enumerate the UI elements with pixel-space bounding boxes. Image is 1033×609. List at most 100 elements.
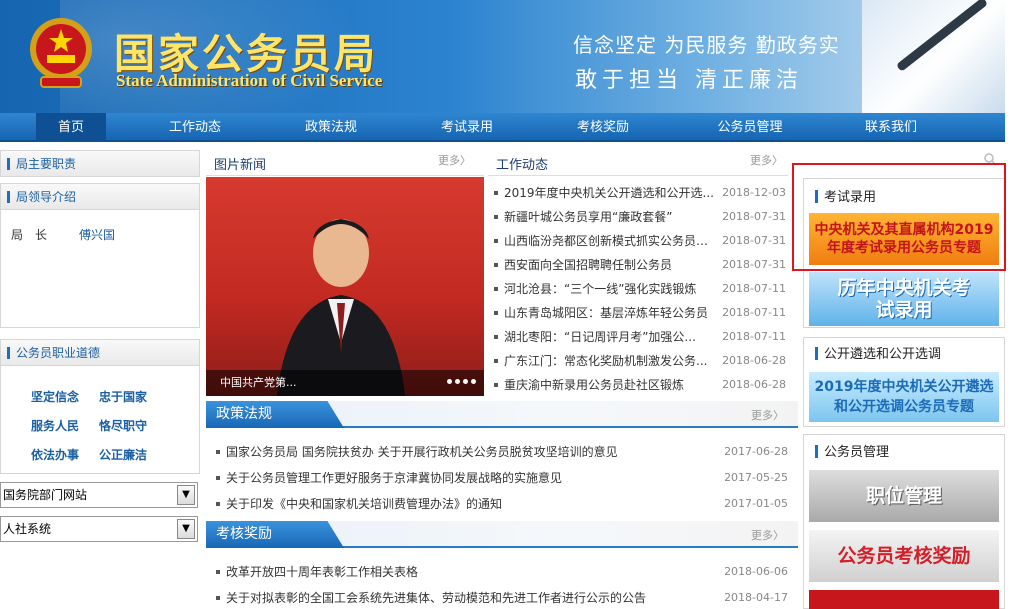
news-item-date: 2018-07-11	[722, 282, 786, 295]
hr-system-select-value: 人社系统	[3, 522, 52, 536]
ethic-item[interactable]: 恪尽职守	[99, 417, 147, 434]
news-item[interactable]: 重庆渝中新录用公务员赴社区锻炼 2018-06-28	[494, 373, 788, 397]
ethic-item[interactable]: 坚定信念	[31, 388, 79, 405]
policy-more-link[interactable]: 更多〉	[751, 407, 784, 423]
transfer-title: 公开遴选和公开选调	[824, 347, 942, 362]
news-item-title: 国家公务员局 国务院扶贫办 关于开展行政机关公务员脱贫攻坚培训的意见	[226, 445, 618, 459]
main-nav: 首页 工作动态 政策法规 考试录用 考核奖励 公务员管理 联系我们	[0, 113, 1005, 142]
ethic-item[interactable]: 服务人民	[31, 417, 79, 434]
news-item-title: 河北沧县：“三个一线”强化实践锻炼	[504, 282, 697, 296]
duties-label: 局主要职责	[16, 157, 77, 171]
ethics-header: 公务员职业道德	[1, 340, 199, 366]
news-item-date: 2018-04-17	[724, 591, 788, 604]
news-item[interactable]: 关于对拟表彰的全国工会系统先进集体、劳动模范和先进工作者进行公示的公告 2018-…	[216, 585, 790, 609]
ethic-item[interactable]: 忠于国家	[99, 388, 147, 405]
news-item-date: 2017-05-25	[724, 471, 788, 484]
leaders-box: 局领导介绍 局 长 傅兴国	[0, 183, 200, 328]
chevron-down-icon[interactable]: ▼	[177, 519, 195, 539]
bullet-icon	[494, 311, 498, 315]
news-item-date: 2017-01-05	[724, 497, 788, 510]
next-banner-partial[interactable]	[809, 590, 999, 609]
news-item[interactable]: 新疆叶城公务员享用“廉政套餐” 2018-07-31	[494, 205, 788, 229]
bullet-icon	[216, 502, 220, 506]
news-item[interactable]: 2019年度中央机关公开遴选和公开选... 2018-12-03	[494, 181, 788, 205]
reward-tab[interactable]: 考核奖励	[206, 521, 344, 548]
photo-caption-text: 中国共产党第...	[220, 376, 297, 389]
news-item-title: 新疆叶城公务员享用“廉政套餐”	[504, 210, 673, 224]
news-item-date: 2018-07-31	[722, 234, 786, 247]
news-item-date: 2018-07-31	[722, 210, 786, 223]
news-item-date: 2018-12-03	[722, 186, 786, 199]
hr-system-select[interactable]: 人社系统 ▼	[0, 516, 198, 542]
highlight-frame	[792, 163, 1006, 271]
news-item-title: 山西临汾尧都区创新模式抓实公务员培训	[504, 234, 714, 248]
news-item[interactable]: 山西临汾尧都区创新模式抓实公务员培训 2018-07-31	[494, 229, 788, 253]
bullet-icon	[494, 383, 498, 387]
news-item[interactable]: 湖北枣阳：“日记周评月考”加强公... 2018-07-11	[494, 325, 788, 349]
carousel-dots[interactable]	[444, 373, 476, 387]
bullet-icon	[216, 476, 220, 480]
news-item[interactable]: 国家公务员局 国务院扶贫办 关于开展行政机关公务员脱贫攻坚培训的意见 2017-0…	[216, 439, 790, 465]
photo-news-more-link[interactable]: 更多〉	[438, 152, 471, 168]
gov-dept-select[interactable]: 国务院部门网站 ▼	[0, 482, 198, 508]
reward-section-header: 考核奖励 更多〉	[206, 521, 798, 548]
news-item-date: 2018-06-06	[724, 565, 788, 578]
nav-policy[interactable]: 政策法规	[286, 113, 376, 142]
news-item[interactable]: 广东江门：常态化奖励机制激发公务... 2018-06-28	[494, 349, 788, 373]
news-item[interactable]: 改革开放四十周年表彰工作相关表格 2018-06-06	[216, 559, 790, 585]
nav-work-news[interactable]: 工作动态	[150, 113, 240, 142]
nav-reward[interactable]: 考核奖励	[558, 113, 648, 142]
exam-history-banner[interactable]: 历年中央机关考试录用	[809, 272, 999, 326]
reward-more-link[interactable]: 更多〉	[751, 527, 784, 543]
news-item[interactable]: 关于印发《中央和国家机关培训费管理办法》的通知 2017-01-05	[216, 491, 790, 517]
news-item-title: 2019年度中央机关公开遴选和公开选...	[504, 186, 714, 200]
slogan-line-1: 信念坚定 为民服务 勤政务实	[573, 33, 840, 57]
position-management-banner-text: 职位管理	[865, 485, 942, 507]
work-news-more-link[interactable]: 更多〉	[750, 152, 783, 168]
news-item-date: 2017-06-28	[724, 445, 788, 458]
nav-exam[interactable]: 考试录用	[422, 113, 512, 142]
photo-subject-figure	[276, 219, 406, 396]
bullet-icon	[494, 215, 498, 219]
news-item-title: 广东江门：常态化奖励机制激发公务...	[504, 354, 708, 368]
nav-management[interactable]: 公务员管理	[700, 113, 800, 142]
work-news-title: 工作动态	[496, 158, 549, 173]
page: 国家公务员局 State Administration of Civil Ser…	[0, 0, 1033, 609]
header-decoration-image	[862, 0, 1005, 113]
news-item-date: 2018-07-11	[722, 330, 786, 343]
nav-home[interactable]: 首页	[36, 113, 106, 142]
position-management-banner[interactable]: 职位管理	[809, 470, 999, 522]
duties-link[interactable]: 局主要职责	[1, 151, 199, 177]
transfer-2019-banner[interactable]: 2019年度中央机关公开遴选和公开选调公务员专题	[809, 372, 999, 422]
leader-name-link[interactable]: 傅兴国	[79, 226, 115, 243]
news-item-date: 2018-07-11	[722, 306, 786, 319]
leaders-title: 局领导介绍	[16, 190, 77, 204]
site-title-english: State Administration of Civil Service	[116, 71, 383, 90]
nav-contact[interactable]: 联系我们	[846, 113, 936, 142]
news-item-title: 西安面向全国招聘聘任制公务员	[504, 258, 673, 272]
photo-news-image[interactable]: 中国共产党第...	[206, 177, 484, 396]
transfer-2019-banner-text: 2019年度中央机关公开遴选和公开选调公务员专题	[814, 379, 994, 415]
bullet-icon	[494, 191, 498, 195]
news-item-date: 2018-06-28	[722, 378, 786, 391]
policy-tab[interactable]: 政策法规	[206, 401, 344, 428]
gov-dept-select-value: 国务院部门网站	[3, 488, 88, 502]
slogan-line-2: 敢于担当 清正廉洁	[575, 68, 803, 93]
bullet-icon	[494, 359, 498, 363]
bullet-icon	[216, 570, 220, 574]
news-item[interactable]: 山东青岛城阳区：基层淬炼年轻公务员 2018-07-11	[494, 301, 788, 325]
news-item[interactable]: 关于公务员管理工作更好服务于京津冀协同发展战略的实施意见 2017-05-25	[216, 465, 790, 491]
bullet-icon	[494, 263, 498, 267]
transfer-header: 公开遴选和公开选调	[815, 343, 941, 362]
bullet-icon	[494, 239, 498, 243]
ethic-item[interactable]: 公正廉洁	[99, 446, 147, 463]
news-item[interactable]: 西安面向全国招聘聘任制公务员 2018-07-31	[494, 253, 788, 277]
assessment-reward-banner[interactable]: 公务员考核奖励	[809, 530, 999, 582]
news-item[interactable]: 河北沧县：“三个一线”强化实践锻炼 2018-07-11	[494, 277, 788, 301]
news-item-title: 重庆渝中新录用公务员赴社区锻炼	[504, 378, 685, 392]
ethics-box: 公务员职业道德 坚定信念 忠于国家 服务人民 恪尽职守 依法办事 公正廉洁	[0, 339, 200, 474]
news-item-title: 关于公务员管理工作更好服务于京津冀协同发展战略的实施意见	[226, 471, 563, 485]
ethic-item[interactable]: 依法办事	[31, 446, 79, 463]
chevron-down-icon[interactable]: ▼	[177, 485, 195, 505]
news-item-title: 湖北枣阳：“日记周评月考”加强公...	[504, 330, 696, 344]
